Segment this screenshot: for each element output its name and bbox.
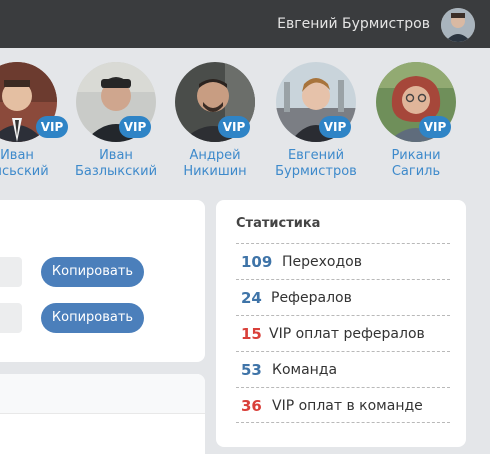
copy-button[interactable]: Копировать [41, 257, 144, 287]
member-name[interactable]: Рикани Сагиль [371, 148, 461, 180]
stat-value: 109 [241, 253, 273, 271]
current-user-avatar[interactable] [441, 8, 475, 42]
statistics-title: Статистика [236, 216, 321, 231]
stat-label: VIP оплат в команде [272, 398, 423, 414]
stat-row: 53 Команда [236, 351, 450, 387]
member-name[interactable]: Евгений Бурмистров [271, 148, 361, 180]
vip-badge: VIP [218, 116, 250, 138]
team-member[interactable]: VIP Рикани Сагиль [371, 62, 461, 180]
team-strip: VIP Иван рисьский VIP Иван Базлыкский [0, 48, 490, 188]
stat-value: 15 [241, 325, 262, 343]
stat-label: VIP оплат рефералов [269, 326, 425, 342]
referral-link-field[interactable] [0, 303, 22, 333]
referral-links-card: Копировать Копировать [0, 200, 205, 362]
team-member[interactable]: VIP Андрей Никишин [170, 62, 260, 180]
stat-row: 15 VIP оплат рефералов [236, 315, 450, 351]
stat-label: Переходов [282, 254, 362, 270]
vip-badge: VIP [36, 116, 68, 138]
referral-link-field[interactable] [0, 257, 22, 287]
stat-label: Рефералов [271, 290, 352, 306]
stat-value: 36 [241, 397, 262, 415]
member-name[interactable]: Андрей Никишин [170, 148, 260, 180]
team-member[interactable]: VIP Иван рисьский [0, 62, 68, 180]
top-bar: Евгений Бурмистров [0, 0, 490, 48]
team-member[interactable]: VIP Евгений Бурмистров [271, 62, 361, 180]
stat-label: Команда [272, 362, 338, 378]
vip-badge: VIP [119, 116, 151, 138]
team-member[interactable]: VIP Иван Базлыкский [71, 62, 161, 180]
stat-row: 24 Рефералов [236, 279, 450, 315]
statistics-card: Статистика 109 Переходов 24 Рефералов 15… [216, 200, 466, 447]
stat-value: 53 [241, 361, 262, 379]
secondary-card [0, 374, 205, 454]
vip-badge: VIP [419, 116, 451, 138]
stat-value: 24 [241, 289, 262, 307]
stat-row: 109 Переходов [236, 243, 450, 279]
secondary-card-header [0, 374, 205, 414]
copy-button[interactable]: Копировать [41, 303, 144, 333]
stat-row: 36 VIP оплат в команде [236, 387, 450, 423]
current-user-name[interactable]: Евгений Бурмистров [277, 16, 430, 32]
member-name[interactable]: Иван рисьский [0, 148, 62, 180]
vip-badge: VIP [319, 116, 351, 138]
member-name[interactable]: Иван Базлыкский [71, 148, 161, 180]
